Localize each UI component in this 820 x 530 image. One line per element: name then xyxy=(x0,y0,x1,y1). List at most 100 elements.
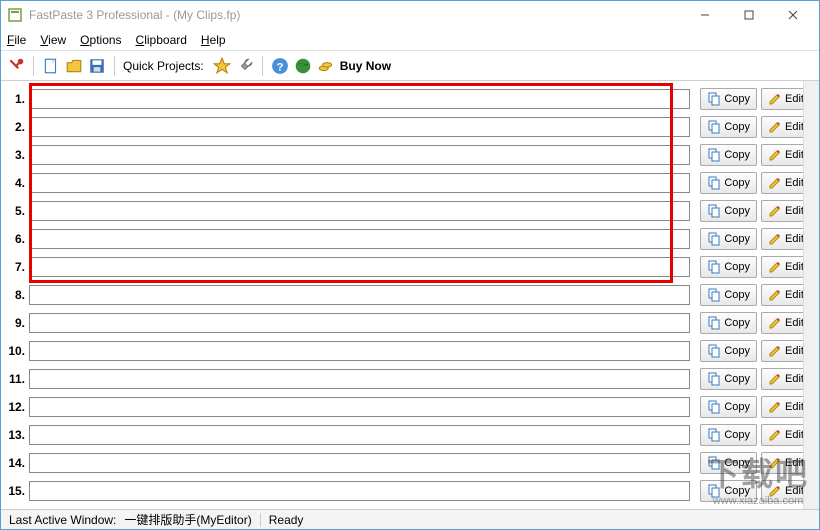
copy-button[interactable]: Copy xyxy=(700,424,757,446)
menubar: File View Options Clipboard Help xyxy=(1,29,819,51)
copy-icon xyxy=(707,316,721,330)
row-number: 15. xyxy=(3,484,29,498)
clip-field[interactable] xyxy=(29,453,690,473)
clip-field[interactable] xyxy=(29,285,690,305)
copy-button[interactable]: Copy xyxy=(700,312,757,334)
clip-field[interactable] xyxy=(29,145,690,165)
edit-icon xyxy=(768,484,782,498)
copy-button[interactable]: Copy xyxy=(700,284,757,306)
menu-clipboard[interactable]: Clipboard xyxy=(136,33,187,47)
clip-row: 9.CopyEdit xyxy=(1,309,819,337)
close-button[interactable] xyxy=(771,1,815,29)
content-area: 1.CopyEdit2.CopyEdit3.CopyEdit4.CopyEdit… xyxy=(1,81,819,511)
copy-icon xyxy=(707,400,721,414)
copy-button[interactable]: Copy xyxy=(700,172,757,194)
clip-field[interactable] xyxy=(29,369,690,389)
clip-field[interactable] xyxy=(29,89,690,109)
copy-button[interactable]: Copy xyxy=(700,116,757,138)
copy-icon xyxy=(707,428,721,442)
status-ready: Ready xyxy=(269,513,304,527)
row-number: 1. xyxy=(3,92,29,106)
clip-row: 15.CopyEdit xyxy=(1,477,819,505)
clip-field[interactable] xyxy=(29,173,690,193)
edit-icon xyxy=(768,288,782,302)
edit-icon xyxy=(768,120,782,134)
edit-icon xyxy=(768,456,782,470)
copy-button[interactable]: Copy xyxy=(700,452,757,474)
edit-icon xyxy=(768,92,782,106)
row-number: 4. xyxy=(3,176,29,190)
star-icon[interactable] xyxy=(213,57,231,75)
copy-icon xyxy=(707,176,721,190)
row-number: 3. xyxy=(3,148,29,162)
clip-field[interactable] xyxy=(29,481,690,501)
open-folder-icon[interactable] xyxy=(65,57,83,75)
statusbar: Last Active Window: 一键排版助手(MyEditor) Rea… xyxy=(1,509,819,529)
globe-icon[interactable] xyxy=(294,57,312,75)
clip-field[interactable] xyxy=(29,201,690,221)
save-icon[interactable] xyxy=(88,57,106,75)
wrench-icon[interactable] xyxy=(236,57,254,75)
copy-button[interactable]: Copy xyxy=(700,144,757,166)
app-icon xyxy=(7,7,23,23)
clip-row: 8.CopyEdit xyxy=(1,281,819,309)
status-last-active-label: Last Active Window: xyxy=(9,513,116,527)
clip-field[interactable] xyxy=(29,425,690,445)
clip-row: 11.CopyEdit xyxy=(1,365,819,393)
copy-button[interactable]: Copy xyxy=(700,228,757,250)
clip-row: 4.CopyEdit xyxy=(1,169,819,197)
copy-button[interactable]: Copy xyxy=(700,340,757,362)
clip-field[interactable] xyxy=(29,229,690,249)
menu-options[interactable]: Options xyxy=(80,33,121,47)
clip-field[interactable] xyxy=(29,341,690,361)
copy-button[interactable]: Copy xyxy=(700,88,757,110)
copy-button[interactable]: Copy xyxy=(700,256,757,278)
copy-button[interactable]: Copy xyxy=(700,396,757,418)
row-number: 8. xyxy=(3,288,29,302)
clip-field[interactable] xyxy=(29,257,690,277)
clip-field[interactable] xyxy=(29,397,690,417)
clip-row: 12.CopyEdit xyxy=(1,393,819,421)
row-number: 9. xyxy=(3,316,29,330)
copy-icon xyxy=(707,148,721,162)
window-title: FastPaste 3 Professional - (My Clips.fp) xyxy=(29,8,683,22)
clip-row: 5.CopyEdit xyxy=(1,197,819,225)
menu-file[interactable]: File xyxy=(7,33,26,47)
clip-row: 7.CopyEdit xyxy=(1,253,819,281)
vertical-scrollbar[interactable] xyxy=(803,81,819,509)
copy-icon xyxy=(707,344,721,358)
copy-button[interactable]: Copy xyxy=(700,480,757,502)
status-last-active-value: 一键排版助手(MyEditor) xyxy=(124,511,251,528)
maximize-button[interactable] xyxy=(727,1,771,29)
row-number: 14. xyxy=(3,456,29,470)
coins-icon[interactable] xyxy=(317,57,335,75)
quick-projects-label: Quick Projects: xyxy=(123,59,204,73)
clip-row: 2.CopyEdit xyxy=(1,113,819,141)
edit-icon xyxy=(768,400,782,414)
menu-help[interactable]: Help xyxy=(201,33,226,47)
buy-now-button[interactable]: Buy Now xyxy=(340,59,391,73)
clip-field[interactable] xyxy=(29,117,690,137)
copy-button[interactable]: Copy xyxy=(700,200,757,222)
new-file-icon[interactable] xyxy=(42,57,60,75)
copy-icon xyxy=(707,456,721,470)
edit-icon xyxy=(768,176,782,190)
pin-icon[interactable] xyxy=(7,57,25,75)
row-number: 6. xyxy=(3,232,29,246)
clip-row: 1.CopyEdit xyxy=(1,85,819,113)
help-icon[interactable]: ? xyxy=(271,57,289,75)
copy-icon xyxy=(707,484,721,498)
titlebar: FastPaste 3 Professional - (My Clips.fp) xyxy=(1,1,819,29)
copy-icon xyxy=(707,232,721,246)
edit-icon xyxy=(768,372,782,386)
edit-icon xyxy=(768,232,782,246)
menu-view[interactable]: View xyxy=(40,33,66,47)
copy-icon xyxy=(707,288,721,302)
clip-row: 3.CopyEdit xyxy=(1,141,819,169)
clip-row: 10.CopyEdit xyxy=(1,337,819,365)
copy-button[interactable]: Copy xyxy=(700,368,757,390)
row-number: 7. xyxy=(3,260,29,274)
clip-field[interactable] xyxy=(29,313,690,333)
edit-icon xyxy=(768,148,782,162)
minimize-button[interactable] xyxy=(683,1,727,29)
